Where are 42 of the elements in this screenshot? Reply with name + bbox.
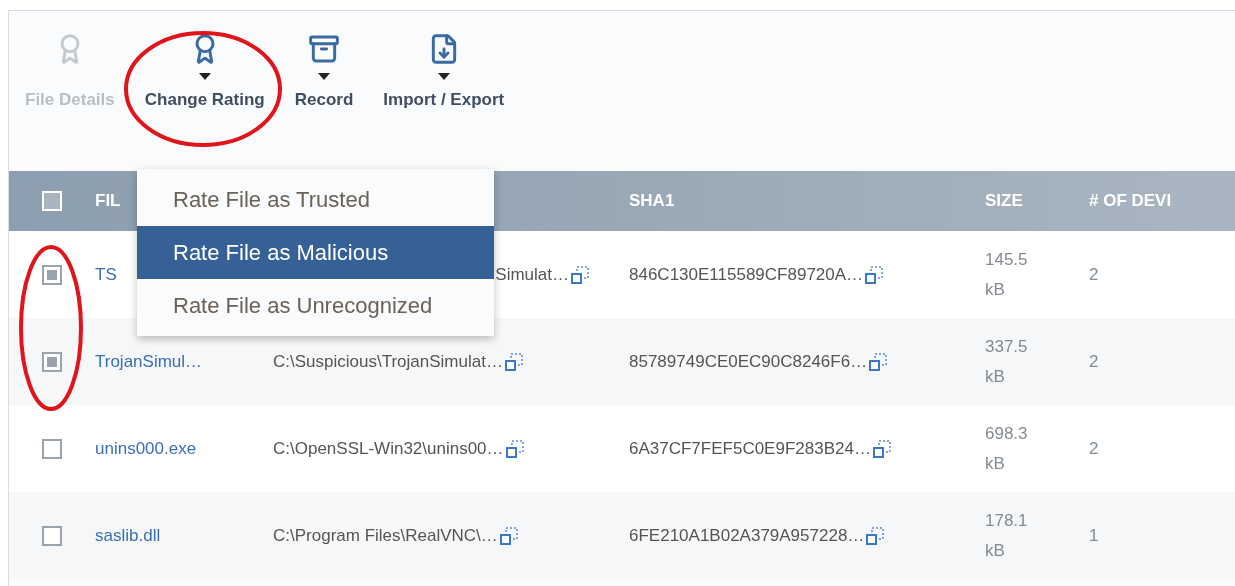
caret-icon bbox=[198, 72, 211, 80]
file-name-link[interactable]: TrojanSimul… bbox=[95, 348, 273, 375]
checkbox[interactable] bbox=[42, 264, 62, 285]
size-cell-text: 337.5 kB bbox=[985, 335, 1029, 388]
menu-item[interactable]: Rate File as Trusted bbox=[137, 173, 494, 226]
device-count-cell-text: 1 bbox=[1089, 524, 1099, 547]
hash-cell-text: 85789749CE0EC90C8246F6… bbox=[629, 350, 868, 373]
device-count-cell-text: 2 bbox=[1089, 437, 1099, 460]
toolbar-button[interactable]: Record bbox=[294, 33, 354, 113]
checkbox[interactable] bbox=[42, 351, 62, 372]
hash-cell-text: 6FE210A1B02A379A957228… bbox=[629, 524, 865, 547]
copy-icon[interactable] bbox=[872, 439, 891, 458]
table-row[interactable]: saslib.dll C:\Program Files\RealVNC\… 6FE210A1B02A379A957228… 178.1 kB 1 bbox=[9, 492, 1235, 579]
hash-cell-text: 846C130E115589CF89720A… bbox=[629, 263, 864, 286]
caret-icon bbox=[437, 72, 450, 80]
copy-icon[interactable] bbox=[869, 352, 888, 371]
menu-item[interactable]: Rate File as Malicious bbox=[137, 226, 494, 279]
copy-icon[interactable] bbox=[505, 439, 524, 458]
file-name-link[interactable]: saslib.dll bbox=[95, 522, 273, 549]
size-cell-text: 178.1 kB bbox=[985, 509, 1029, 562]
copy-icon[interactable] bbox=[865, 265, 884, 284]
copy-icon[interactable] bbox=[504, 352, 523, 371]
path-cell-text: Simulat… bbox=[495, 263, 569, 286]
path-cell-text: C:\Program Files\RealVNC\… bbox=[273, 524, 498, 547]
copy-icon[interactable] bbox=[499, 526, 518, 545]
device-count-cell-text: 2 bbox=[1089, 263, 1099, 286]
path-cell-text: C:\Suspicious\TrojanSimulat… bbox=[273, 350, 503, 373]
table-row[interactable]: unins000.exe C:\OpenSSL-Win32\unins00… 6A37CF7FEF5C0E9F283B24… 698.3 kB 2 bbox=[9, 405, 1235, 492]
archive-icon bbox=[308, 33, 340, 65]
checkbox[interactable] bbox=[42, 438, 62, 459]
checkbox[interactable] bbox=[42, 525, 62, 546]
path-cell-text: C:\OpenSSL-Win32\unins00… bbox=[273, 437, 504, 460]
hash-cell-text: 6A37CF7FEF5C0E9F283B24… bbox=[629, 437, 871, 460]
caret-icon bbox=[318, 72, 330, 80]
file-name-link[interactable]: unins000.exe bbox=[95, 435, 273, 462]
device-count-cell-text: 2 bbox=[1089, 350, 1099, 373]
size-cell-text: 145.5 kB bbox=[985, 248, 1029, 301]
table-row[interactable]: TrojanSimul… C:\Suspicious\TrojanSimulat… 85789749CE0EC90C8246F6… 337.5 kB 2 bbox=[9, 318, 1235, 405]
copy-icon[interactable] bbox=[571, 265, 589, 284]
size-cell-text: 698.3 kB bbox=[985, 422, 1029, 475]
toolbar-button[interactable]: Import / Export bbox=[383, 33, 505, 113]
copy-icon[interactable] bbox=[866, 526, 885, 545]
